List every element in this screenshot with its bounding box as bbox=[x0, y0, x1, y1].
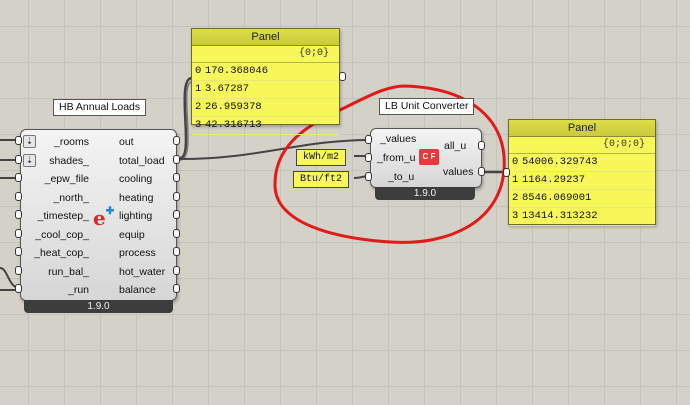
input-north[interactable]: _north_ bbox=[53, 191, 89, 205]
input-shades[interactable]: shades_ bbox=[49, 154, 89, 168]
panel-top[interactable]: Panel {0;0} 0 170.368046 1 3.67287 2 26.959… bbox=[191, 28, 340, 135]
input-grip[interactable] bbox=[15, 284, 22, 293]
input-heat-cop[interactable]: _heat_cop_ bbox=[34, 246, 89, 260]
panel-row: 2 26.959378 bbox=[192, 99, 339, 117]
output-grip[interactable] bbox=[173, 192, 180, 201]
input-grip[interactable] bbox=[15, 247, 22, 256]
row-index: 1 bbox=[512, 174, 519, 186]
output-grip[interactable] bbox=[173, 155, 180, 164]
panel-path: {0;0} bbox=[192, 46, 339, 63]
output-out[interactable]: out bbox=[119, 135, 134, 149]
output-grip[interactable] bbox=[478, 167, 485, 176]
input-grip[interactable] bbox=[15, 136, 22, 145]
output-all-u[interactable]: all_u bbox=[444, 139, 466, 153]
output-grip[interactable] bbox=[173, 210, 180, 219]
input-grip[interactable] bbox=[15, 173, 22, 182]
annual-loads-title: HB Annual Loads bbox=[53, 99, 147, 116]
panel-top-output-grip[interactable] bbox=[339, 72, 346, 81]
output-total-load[interactable]: total_load bbox=[119, 154, 165, 168]
row-index: 0 bbox=[512, 156, 519, 168]
input-from-u[interactable]: _from_u bbox=[377, 151, 416, 165]
output-grip[interactable] bbox=[173, 266, 180, 275]
output-grip[interactable] bbox=[173, 173, 180, 182]
unit-converter-icon: C F bbox=[419, 149, 439, 165]
input-rooms[interactable]: _rooms bbox=[54, 135, 89, 149]
output-equip[interactable]: equip bbox=[119, 228, 145, 242]
panel-row: 1 3.67287 bbox=[192, 81, 339, 99]
input-values[interactable]: _values bbox=[380, 132, 416, 146]
unit-converter-component[interactable]: _values _from_u _to_u C F all_u values bbox=[370, 128, 482, 188]
panel-title: Panel bbox=[509, 120, 655, 137]
input-epw-file[interactable]: _epw_file bbox=[45, 172, 89, 186]
row-index: 0 bbox=[195, 65, 202, 77]
row-value: 54006.329743 bbox=[522, 156, 598, 168]
output-values[interactable]: values bbox=[443, 165, 473, 179]
row-value: 8546.069001 bbox=[522, 192, 592, 204]
output-grip[interactable] bbox=[173, 136, 180, 145]
panel-row: 2 8546.069001 bbox=[509, 190, 655, 208]
output-balance[interactable]: balance bbox=[119, 283, 156, 297]
energyplus-icon: e bbox=[92, 206, 114, 230]
row-index: 1 bbox=[195, 83, 202, 95]
input-grip[interactable] bbox=[15, 229, 22, 238]
panel-row: 1 1164.29237 bbox=[509, 172, 655, 190]
input-run-bal[interactable]: run_bal_ bbox=[48, 265, 89, 279]
output-cooling[interactable]: cooling bbox=[119, 172, 152, 186]
row-value: 13414.313232 bbox=[522, 210, 598, 222]
from-unit-panel[interactable]: kWh/m2 bbox=[296, 149, 347, 166]
output-heating[interactable]: heating bbox=[119, 191, 153, 205]
output-hot-water[interactable]: hot_water bbox=[119, 265, 165, 279]
panel-path: {0;0;0} bbox=[509, 137, 655, 154]
row-value: 170.368046 bbox=[205, 65, 269, 77]
input-grip[interactable] bbox=[15, 210, 22, 219]
hook-icon: ⇣ bbox=[23, 154, 36, 167]
output-lighting[interactable]: lighting bbox=[119, 209, 152, 223]
row-value: 1164.29237 bbox=[522, 174, 586, 186]
input-to-u[interactable]: _to_u bbox=[388, 170, 414, 184]
input-grip[interactable] bbox=[15, 192, 22, 201]
input-grip[interactable] bbox=[15, 266, 22, 275]
input-grip[interactable] bbox=[365, 135, 372, 144]
input-timestep[interactable]: _timestep_ bbox=[38, 209, 89, 223]
row-index: 2 bbox=[512, 192, 519, 204]
panel-row: 0 54006.329743 bbox=[509, 154, 655, 172]
row-value: 26.959378 bbox=[205, 101, 262, 113]
input-run[interactable]: _run bbox=[68, 283, 89, 297]
input-grip[interactable] bbox=[365, 153, 372, 162]
svg-text:e: e bbox=[93, 206, 106, 228]
panel-title: Panel bbox=[192, 29, 339, 46]
annual-loads-component[interactable]: ⇣ ⇣ _rooms shades_ _epw_file _north_ _ti… bbox=[20, 129, 177, 301]
row-index: 2 bbox=[195, 101, 202, 113]
panel-row: 0 170.368046 bbox=[192, 63, 339, 81]
row-index: 3 bbox=[512, 210, 519, 222]
row-value: 3.67287 bbox=[205, 83, 250, 95]
input-cool-cop[interactable]: _cool_cop_ bbox=[35, 228, 89, 242]
row-value: 42.316713 bbox=[205, 119, 262, 131]
row-index: 3 bbox=[195, 119, 202, 131]
hook-icon: ⇣ bbox=[23, 135, 36, 148]
output-grip[interactable] bbox=[478, 141, 485, 150]
output-grip[interactable] bbox=[173, 284, 180, 293]
panel-row: 3 42.316713 bbox=[192, 117, 339, 135]
panel-right-input-grip[interactable] bbox=[503, 168, 510, 177]
input-grip[interactable] bbox=[15, 155, 22, 164]
panel-row: 3 13414.313232 bbox=[509, 208, 655, 226]
annual-loads-version: 1.9.0 bbox=[24, 300, 173, 313]
unit-converter-title: LB Unit Converter bbox=[379, 98, 475, 115]
panel-right[interactable]: Panel {0;0;0} 0 54006.329743 1 1164.29237 … bbox=[508, 119, 656, 226]
output-process[interactable]: process bbox=[119, 246, 156, 260]
to-unit-panel[interactable]: Btu/ft2 bbox=[293, 171, 350, 188]
unit-converter-version: 1.9.0 bbox=[375, 187, 475, 200]
input-grip[interactable] bbox=[365, 172, 372, 181]
output-grip[interactable] bbox=[173, 229, 180, 238]
output-grip[interactable] bbox=[173, 247, 180, 256]
